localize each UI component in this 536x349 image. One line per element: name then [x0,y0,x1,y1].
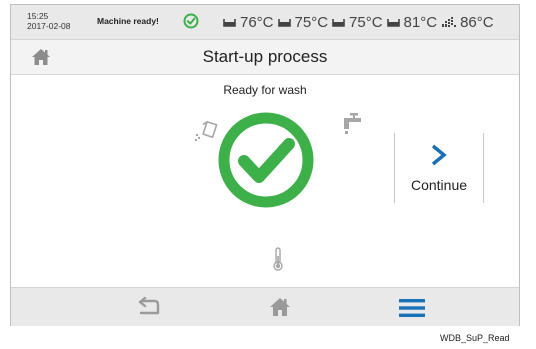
temperature-readouts: 76°C 75°C 75°C 81°C 86°C [223,12,498,32]
machine-screen: 15:25 2017-02-08 Machine ready! 76°C 75°… [10,4,520,326]
machine-status-text: Machine ready! [97,16,159,26]
temperature-item: 75°C [277,13,329,31]
page-title: Start-up process [202,47,328,66]
ready-check-icon [183,13,199,29]
menu-icon[interactable] [399,298,425,318]
main-content: Ready for wash Continue [11,75,519,287]
tank-icon [332,18,345,27]
tank-icon [223,18,236,27]
bottom-nav-bar [11,287,519,326]
temperature-item: 75°C [332,14,383,31]
title-bar: Start-up process [11,40,519,75]
temperature-item: 76°C [223,14,274,31]
ready-check-icon [218,112,314,208]
chevron-right-icon [431,144,447,166]
continue-label: Continue [410,177,468,193]
status-bar: 15:25 2017-02-08 Machine ready! 76°C 75°… [11,5,519,40]
back-icon[interactable] [135,297,161,317]
temperature-value: 75°C [349,13,383,31]
temperature-value: 86°C [460,13,494,31]
rinse-icon [442,17,457,27]
water-tap-icon [344,113,361,134]
figure-caption: WDB_SuP_Read [440,333,510,343]
home-icon[interactable] [269,297,291,317]
tank-icon [277,18,291,27]
continue-button[interactable]: Continue [394,133,484,203]
detergent-icon [195,120,218,141]
temperature-value: 81°C [403,13,438,31]
status-message: Ready for wash [223,83,307,97]
temperature-item: 81°C [386,13,438,31]
tank-icon [386,18,400,27]
time-text: 15:25 [27,11,49,21]
temperature-value: 76°C [240,13,274,31]
clock: 15:25 2017-02-08 [27,11,70,31]
thermometer-icon [273,247,283,271]
temperature-value: 75°C [294,13,329,31]
date-text: 2017-02-08 [27,21,71,31]
temperature-item: 86°C [441,14,494,31]
